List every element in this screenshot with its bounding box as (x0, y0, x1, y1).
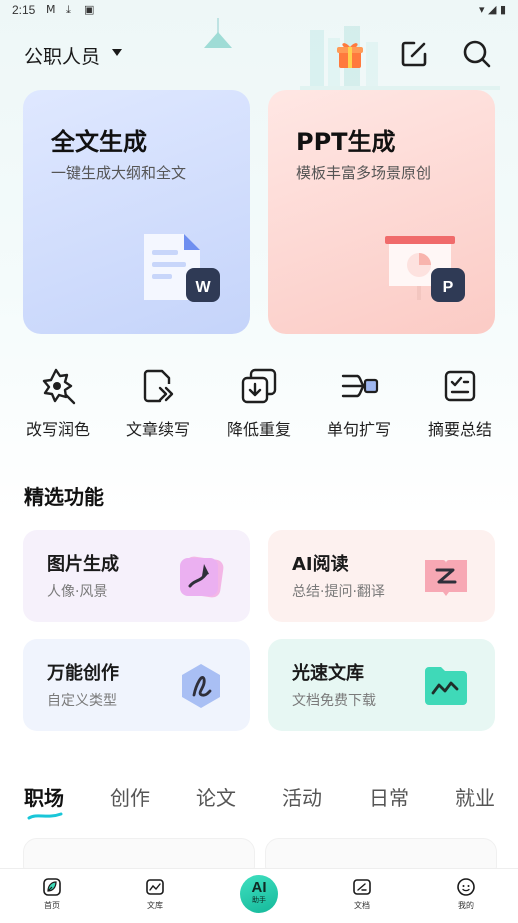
nav-document[interactable]: 文档 (332, 877, 392, 911)
wifi-icon: ▾ (478, 3, 485, 16)
image-gen-icon (180, 556, 224, 598)
featured-image-generate[interactable]: 图片生成 人像·风景 (23, 530, 250, 622)
ai-assistant-icon[interactable]: AI 助手 (240, 875, 278, 913)
app-a-icon: ▣ (84, 3, 95, 16)
featured-title: AI阅读 (292, 554, 349, 575)
svg-text:P: P (443, 279, 454, 296)
battery-icon: ▮ (499, 3, 506, 16)
card-subtitle: 模板丰富多场景原创 (296, 164, 432, 182)
svg-text:W: W (195, 279, 211, 296)
nav-label: 文档 (354, 901, 370, 910)
continue-write-icon (143, 369, 174, 403)
reduce-duplicate-icon (241, 368, 277, 404)
caret-down-icon[interactable] (112, 49, 122, 56)
ppt-generate-card[interactable]: PPT生成 模板丰富多场景原创 P (268, 90, 495, 334)
featured-subtitle: 文档免费下载 (292, 693, 376, 709)
polish-icon (42, 368, 76, 405)
full-text-generate-card[interactable]: 全文生成 一键生成大纲和全文 W (23, 90, 250, 334)
tab-thesis[interactable]: 论文 (196, 782, 236, 811)
featured-title: 万能创作 (47, 663, 119, 684)
featured-subtitle: 总结·提问·翻译 (292, 584, 385, 600)
search-icon[interactable] (461, 38, 493, 70)
tools-row: 改写润色 文章续写 降低重复 单句扩写 摘要总结 (0, 366, 518, 446)
tool-expand-sentence[interactable]: 单句扩写 (311, 366, 407, 440)
tool-label: 改写润色 (25, 420, 90, 439)
nav-home[interactable]: 首页 (22, 877, 82, 911)
tool-reduce-duplicate[interactable]: 降低重复 (211, 366, 307, 440)
tool-label: 降低重复 (226, 420, 291, 439)
signal-icon: ◢ (487, 3, 497, 16)
featured-title: 光速文库 (292, 663, 364, 684)
featured-subtitle: 自定义类型 (47, 693, 117, 709)
role-selector-label[interactable]: 公职人员 (24, 42, 100, 69)
nav-label: 文库 (147, 901, 163, 910)
edit-icon[interactable] (398, 38, 430, 70)
library-icon (425, 667, 467, 705)
tool-continue-write[interactable]: 文章续写 (110, 366, 206, 440)
featured-ai-read[interactable]: AI阅读 总结·提问·翻译 (268, 530, 495, 622)
tool-summary[interactable]: 摘要总结 (412, 366, 508, 440)
expand-sentence-icon (341, 374, 379, 398)
tab-daily[interactable]: 日常 (369, 782, 409, 811)
featured-library[interactable]: 光速文库 文档免费下载 (268, 639, 495, 731)
tool-polish[interactable]: 改写润色 (10, 366, 106, 440)
status-bar: 2:15 M ⤓ ▣ ▾ ◢ ▮ (0, 0, 518, 22)
tool-label: 摘要总结 (427, 420, 492, 439)
universal-create-icon (182, 664, 220, 708)
library-chart-icon (146, 879, 164, 895)
summary-icon (444, 370, 476, 402)
nav-label: 我的 (458, 901, 474, 910)
featured-title: 图片生成 (47, 554, 119, 575)
nav-profile[interactable]: 我的 (436, 877, 496, 911)
card-subtitle: 一键生成大纲和全文 (51, 164, 187, 182)
ai-badge: AI (251, 879, 267, 896)
tab-workplace[interactable]: 职场 (24, 782, 64, 811)
featured-section-title: 精选功能 (24, 485, 104, 509)
home-leaf-icon (43, 878, 61, 896)
tool-label: 单句扩写 (326, 420, 391, 439)
nav-label: 首页 (44, 901, 60, 910)
tab-creation[interactable]: 创作 (110, 782, 150, 811)
category-tabs: 职场 创作 论文 活动 日常 就业 (0, 780, 518, 820)
download-icon: ⤓ (66, 3, 71, 16)
featured-subtitle: 人像·风景 (47, 584, 108, 600)
card-title: 全文生成 (51, 128, 147, 156)
gift-icon[interactable] (334, 38, 366, 70)
word-doc-icon: W (144, 234, 220, 302)
card-title: PPT生成 (296, 128, 396, 156)
nav-label: 助手 (252, 896, 266, 904)
ai-read-icon (425, 560, 467, 596)
active-tab-indicator (27, 812, 63, 820)
bottom-nav: 首页 文库 AI 助手 文档 我的 (0, 868, 518, 923)
profile-face-icon (457, 878, 475, 896)
document-icon (353, 879, 371, 895)
status-time: 2:15 (12, 3, 36, 17)
nav-library[interactable]: 文库 (125, 877, 185, 911)
tab-activity[interactable]: 活动 (282, 782, 322, 811)
featured-universal-create[interactable]: 万能创作 自定义类型 (23, 639, 250, 731)
tool-label: 文章续写 (125, 420, 190, 439)
header-bar: 公职人员 (0, 36, 518, 76)
tab-employment[interactable]: 就业 (455, 782, 495, 811)
presentation-icon: P (385, 236, 465, 302)
gmail-icon: M (46, 3, 56, 16)
